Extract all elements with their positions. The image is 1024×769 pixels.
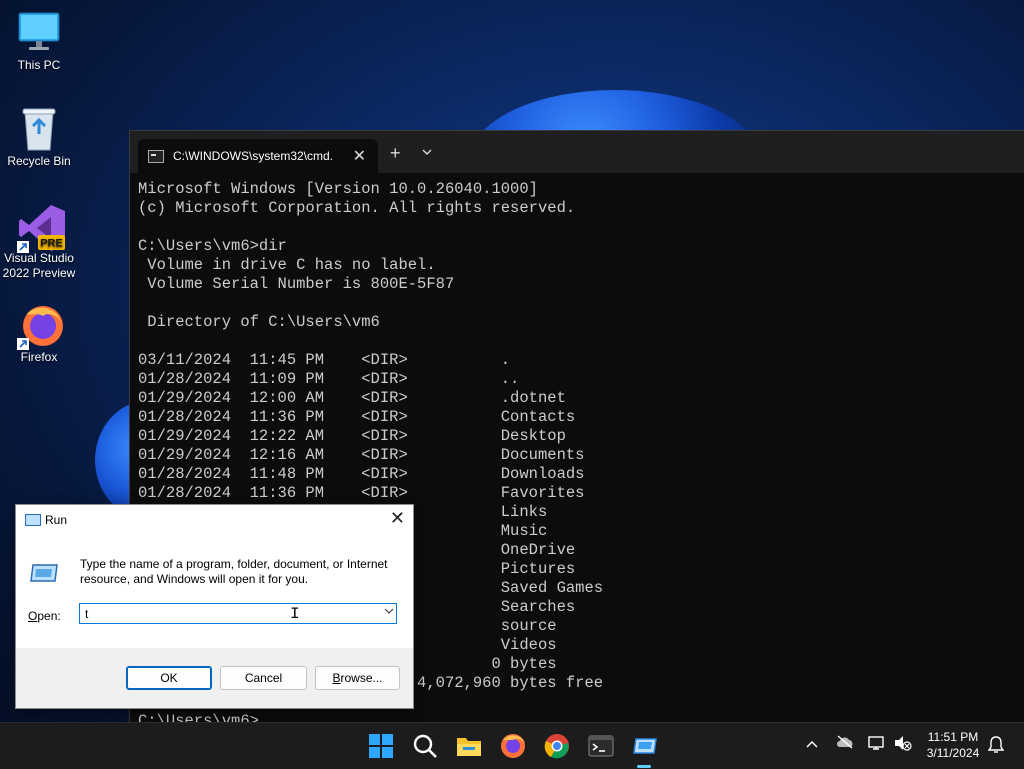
cmd-icon: [148, 150, 164, 163]
new-tab-button[interactable]: +: [390, 143, 401, 164]
console-line: 01/29/2024 12:00 AM <DIR> .dotnet: [138, 389, 566, 407]
console-line: 01/28/2024 11:09 PM <DIR> ..: [138, 370, 520, 388]
console-line: Volume Serial Number is 800E-5F87: [138, 275, 455, 293]
desktop: This PC Recycle Bin PRE Visual Studio 20…: [0, 0, 1024, 722]
ok-button[interactable]: OK: [126, 666, 212, 690]
clock-time: 11:51 PM: [927, 730, 979, 744]
desktop-icon-label: This PC: [17, 58, 61, 72]
clock[interactable]: 11:51 PM 3/11/2024: [918, 729, 988, 761]
notification-bell-icon[interactable]: [987, 736, 1005, 757]
run-title-icon: [25, 514, 41, 526]
console-line: 03/11/2024 11:45 PM <DIR> .: [138, 351, 511, 369]
open-label: Open:: [28, 609, 61, 623]
desktop-icon-label: Recycle Bin: [7, 154, 71, 168]
console-line: C:\Users\vm6>dir: [138, 237, 287, 255]
terminal-icon[interactable]: [588, 733, 614, 759]
visual-studio-icon: PRE: [17, 203, 65, 253]
open-input[interactable]: [79, 603, 397, 624]
desktop-icon-label: Firefox: [20, 350, 58, 364]
terminal-tab[interactable]: C:\WINDOWS\system32\cmd. ✕: [138, 139, 378, 173]
start-icon[interactable]: [368, 733, 394, 759]
desktop-icon-firefox[interactable]: Firefox: [0, 302, 78, 365]
console-line: 01/29/2024 12:16 AM <DIR> Documents: [138, 446, 585, 464]
run-taskbar-icon[interactable]: [632, 733, 658, 759]
network-icon[interactable]: [868, 735, 886, 754]
chevron-down-icon: [384, 608, 394, 614]
tray-chevron-icon[interactable]: [806, 736, 818, 751]
tab-close-icon[interactable]: ✕: [353, 146, 366, 166]
desktop-icon-label: Visual Studio 2022 Preview: [2, 251, 76, 280]
visual-studio-badge: PRE: [40, 238, 63, 250]
tab-dropdown-button[interactable]: [422, 144, 432, 159]
console-line: Volume in drive C has no label.: [138, 256, 436, 274]
browse-button[interactable]: Browse...: [315, 666, 400, 690]
run-icon: [30, 564, 58, 582]
desktop-icon-this-pc[interactable]: This PC: [0, 10, 78, 73]
search-icon[interactable]: [412, 733, 438, 759]
recycle-bin-icon: [17, 106, 61, 151]
console-line: Microsoft Windows [Version 10.0.26040.10…: [138, 180, 538, 198]
desktop-icon-recycle-bin[interactable]: Recycle Bin: [0, 106, 78, 169]
desktop-icon-visual-studio[interactable]: PRE Visual Studio 2022 Preview: [0, 203, 78, 281]
run-titlebar[interactable]: Run ✕: [16, 505, 413, 533]
console-line: 01/29/2024 12:22 AM <DIR> Desktop: [138, 427, 566, 445]
onedrive-offline-icon[interactable]: [836, 735, 854, 752]
taskbar: 11:51 PM 3/11/2024: [0, 722, 1024, 769]
cancel-button[interactable]: Cancel: [220, 666, 307, 690]
run-dialog[interactable]: Run ✕ Type the name of a program, folder…: [15, 504, 414, 709]
console-line: C:\Users\vm6>: [138, 712, 259, 722]
tab-title: C:\WINDOWS\system32\cmd.: [173, 149, 334, 163]
close-icon[interactable]: ✕: [390, 508, 405, 529]
file-explorer-icon[interactable]: [456, 733, 482, 759]
console-line: 01/28/2024 11:36 PM <DIR> Favorites: [138, 484, 585, 502]
console-line: 01/28/2024 11:48 PM <DIR> Downloads: [138, 465, 585, 483]
console-line: Directory of C:\Users\vm6: [138, 313, 380, 331]
chevron-down-icon: [422, 149, 432, 155]
chrome-icon[interactable]: [544, 733, 570, 759]
run-title: Run: [45, 513, 68, 527]
clock-date: 3/11/2024: [926, 746, 980, 760]
firefox-taskbar-icon[interactable]: [500, 733, 526, 759]
firefox-icon: [17, 302, 63, 350]
console-line: 01/28/2024 11:36 PM <DIR> Contacts: [138, 408, 576, 426]
monitor-icon: [17, 10, 61, 54]
volume-muted-icon[interactable]: [894, 735, 912, 754]
terminal-titlebar[interactable]: C:\WINDOWS\system32\cmd. ✕ +: [130, 131, 1024, 173]
open-dropdown-button[interactable]: [384, 607, 394, 618]
run-body: Type the name of a program, folder, docu…: [16, 533, 413, 648]
run-description: Type the name of a program, folder, docu…: [80, 557, 388, 586]
text-cursor-icon: I: [290, 605, 300, 623]
console-line: (c) Microsoft Corporation. All rights re…: [138, 199, 576, 217]
